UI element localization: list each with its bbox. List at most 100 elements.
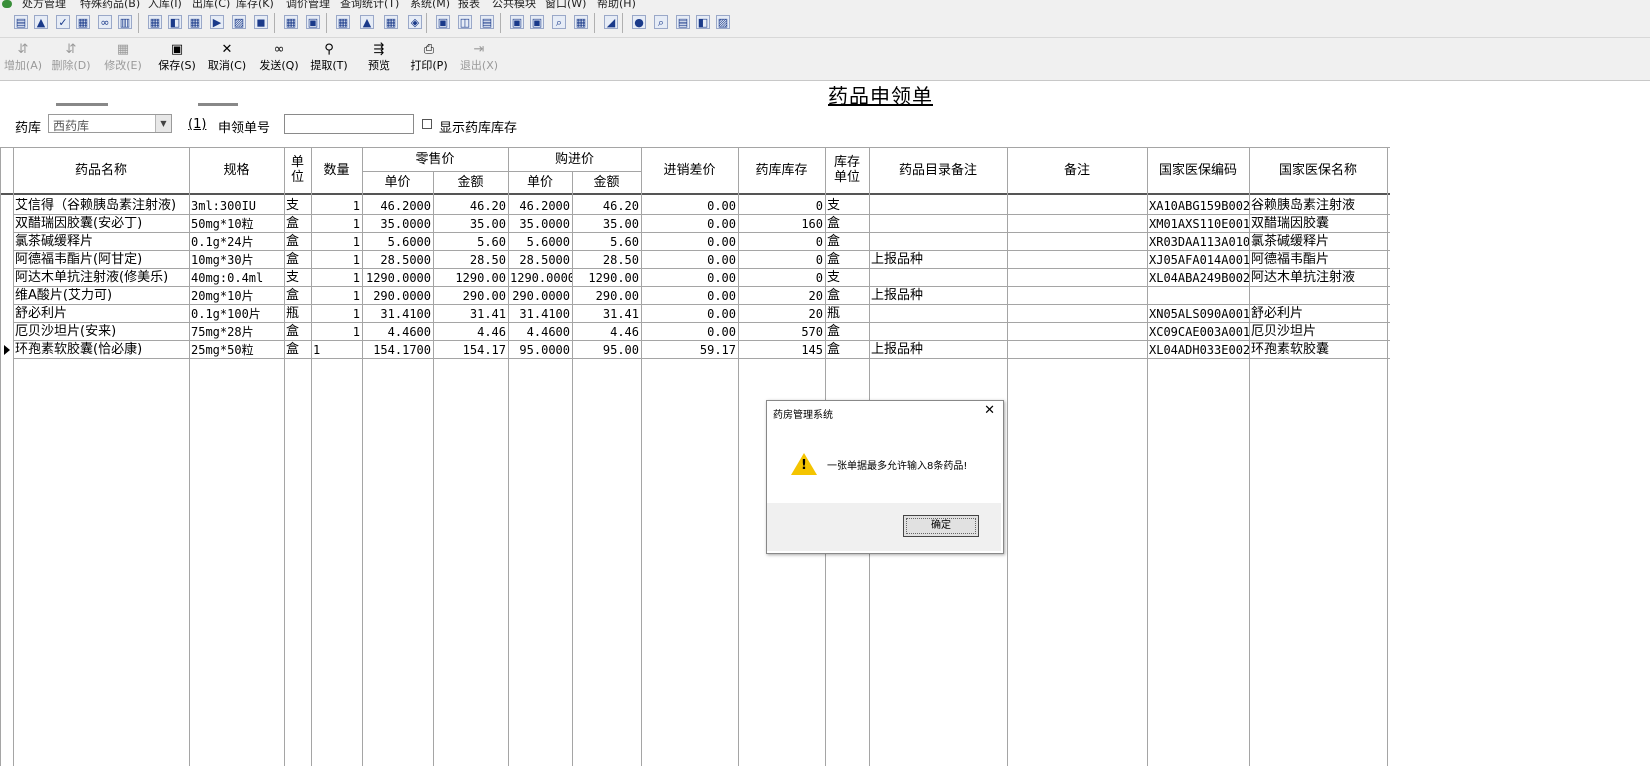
col-stock-unit-header[interactable]: 库存单位 <box>825 147 869 193</box>
col-spec-header[interactable]: 规格 <box>189 147 284 193</box>
col-stock-header[interactable]: 药库库存 <box>738 147 825 193</box>
exit-button[interactable]: ⇥ 退出(X) <box>456 42 502 76</box>
toolbar-shortcut-icon[interactable]: ◢ <box>604 15 618 29</box>
col-remark-header[interactable]: 备注 <box>1007 147 1147 193</box>
cell-su[interactable]: 盒 <box>825 233 869 251</box>
cell-code[interactable]: XA10ABG159B002 <box>1147 197 1249 215</box>
toolbar-shortcut-icon[interactable]: ▣ <box>530 15 544 29</box>
send-button[interactable]: ∞ 发送(Q) <box>256 42 302 76</box>
cell-unit[interactable]: 瓶 <box>284 305 311 323</box>
cell-su[interactable]: 支 <box>825 197 869 215</box>
cell-ra[interactable]: 46.20 <box>433 197 508 215</box>
cell-rp[interactable]: 290.0000 <box>362 287 433 305</box>
col-ins-name-header[interactable]: 国家医保名称 <box>1249 147 1387 193</box>
toolbar-shortcut-icon[interactable]: ▲ <box>360 15 374 29</box>
table-row[interactable]: 维A酸片(艾力可) 20mg*10片盒 1 290.0000 290.00 290.000… <box>0 287 1390 305</box>
cell-su[interactable]: 瓶 <box>825 305 869 323</box>
show-stock-checkbox[interactable] <box>422 119 432 129</box>
cell-note[interactable]: 上报品种 <box>869 251 1007 269</box>
cell-note[interactable]: 上报品种 <box>869 341 1007 359</box>
toolbar-shortcut-icon[interactable]: ⌕ <box>654 15 668 29</box>
cell-note[interactable] <box>869 197 1007 215</box>
cell-pp[interactable]: 28.5000 <box>508 251 572 269</box>
cell-diff[interactable]: 0.00 <box>641 323 738 341</box>
toolbar-shortcut-icon[interactable]: ◈ <box>408 15 422 29</box>
cell-rp[interactable]: 31.4100 <box>362 305 433 323</box>
cell-stock[interactable]: 0 <box>738 269 825 287</box>
cell-rp[interactable]: 154.1700 <box>362 341 433 359</box>
menu-item[interactable]: 库存(K) <box>236 0 274 9</box>
toolbar-shortcut-icon[interactable]: ∞ <box>98 15 112 29</box>
cell-name[interactable]: 艾信得（谷赖胰岛素注射液) <box>13 197 189 215</box>
cell-stock[interactable]: 0 <box>738 251 825 269</box>
cell-su[interactable]: 盒 <box>825 251 869 269</box>
cell-ra[interactable]: 31.41 <box>433 305 508 323</box>
cell-code[interactable]: XC09CAE003A001 <box>1147 323 1249 341</box>
cell-note[interactable] <box>869 323 1007 341</box>
cell-iname[interactable] <box>1249 287 1387 305</box>
cell-remark[interactable] <box>1007 341 1147 359</box>
cell-stock[interactable]: 0 <box>738 197 825 215</box>
toolbar-shortcut-icon[interactable]: ▤ <box>14 15 28 29</box>
toolbar-shortcut-icon[interactable]: ✓ <box>56 15 70 29</box>
cell-note[interactable] <box>869 215 1007 233</box>
cell-spec[interactable]: 20mg*10片 <box>189 287 284 305</box>
cell-qty[interactable]: 1 <box>311 341 362 359</box>
toolbar-shortcut-icon[interactable]: ● <box>632 15 646 29</box>
pharmacy-select[interactable]: 西药库 ▼ <box>48 114 172 133</box>
cell-spec[interactable]: 10mg*30片 <box>189 251 284 269</box>
toolbar-shortcut-icon[interactable]: ▣ <box>436 15 450 29</box>
cell-rp[interactable]: 5.6000 <box>362 233 433 251</box>
cell-unit[interactable]: 盒 <box>284 233 311 251</box>
col-retail-price-header[interactable]: 单价 <box>362 171 433 193</box>
cell-remark[interactable] <box>1007 305 1147 323</box>
cell-iname[interactable]: 舒必利片 <box>1249 305 1387 323</box>
col-catalog-note-header[interactable]: 药品目录备注 <box>869 147 1007 193</box>
cell-diff[interactable]: 0.00 <box>641 287 738 305</box>
cell-qty[interactable]: 1 <box>311 269 362 287</box>
cell-name[interactable]: 氯茶碱缓释片 <box>13 233 189 251</box>
table-row[interactable]: 阿达木单抗注射液(修美乐) 40mg:0.4ml 支 1 1290.0000 1290.0… <box>0 269 1390 287</box>
cell-diff[interactable]: 0.00 <box>641 251 738 269</box>
save-button[interactable]: ▣ 保存(S) <box>154 42 200 76</box>
toolbar-shortcut-icon[interactable]: ▤ <box>480 15 494 29</box>
cell-stock[interactable]: 145 <box>738 341 825 359</box>
cell-remark[interactable] <box>1007 251 1147 269</box>
table-row[interactable]: 环孢素软胶囊(恰必康) 25mg*50粒盒 1 154.1700 154.17 95.00… <box>0 341 1390 359</box>
toolbar-shortcut-icon[interactable]: ▤ <box>676 15 690 29</box>
cell-su[interactable]: 盒 <box>825 323 869 341</box>
toolbar-shortcut-icon[interactable]: ▦ <box>76 15 90 29</box>
cell-note[interactable] <box>869 305 1007 323</box>
cell-pa[interactable]: 31.41 <box>572 305 641 323</box>
cell-su[interactable]: 支 <box>825 269 869 287</box>
menu-item[interactable]: 查询统计(T) <box>340 0 399 9</box>
cell-stock[interactable]: 20 <box>738 305 825 323</box>
cell-code[interactable]: XL04ADH033E002 <box>1147 341 1249 359</box>
cell-stock[interactable]: 570 <box>738 323 825 341</box>
cell-su[interactable]: 盒 <box>825 341 869 359</box>
toolbar-shortcut-icon[interactable]: ▣ <box>510 15 524 29</box>
cell-unit[interactable]: 支 <box>284 197 311 215</box>
cell-su[interactable]: 盒 <box>825 215 869 233</box>
cell-code[interactable]: XM01AXS110E001 <box>1147 215 1249 233</box>
cell-name[interactable]: 阿达木单抗注射液(修美乐) <box>13 269 189 287</box>
fetch-button[interactable]: ⚲ 提取(T) <box>306 42 352 76</box>
toolbar-shortcut-icon[interactable]: ▦ <box>284 15 298 29</box>
cell-ra[interactable]: 290.00 <box>433 287 508 305</box>
cell-qty[interactable]: 1 <box>311 233 362 251</box>
cell-note[interactable] <box>869 269 1007 287</box>
cell-ra[interactable]: 5.60 <box>433 233 508 251</box>
cell-stock[interactable]: 160 <box>738 215 825 233</box>
cell-iname[interactable]: 谷赖胰岛素注射液 <box>1249 197 1387 215</box>
menu-item[interactable]: 入库(I) <box>148 0 182 9</box>
cell-note[interactable]: 上报品种 <box>869 287 1007 305</box>
close-icon[interactable]: ✕ <box>984 403 995 418</box>
cell-iname[interactable]: 厄贝沙坦片 <box>1249 323 1387 341</box>
col-retail-amount-header[interactable]: 金额 <box>433 171 508 193</box>
menu-item[interactable]: 帮助(H) <box>597 0 636 9</box>
cell-qty[interactable]: 1 <box>311 197 362 215</box>
cell-pp[interactable]: 35.0000 <box>508 215 572 233</box>
table-row[interactable]: 阿德福韦酯片(阿甘定) 10mg*30片盒 1 28.5000 28.50 28.5000… <box>0 251 1390 269</box>
cell-code[interactable]: XR03DAA113A010 <box>1147 233 1249 251</box>
cell-remark[interactable] <box>1007 269 1147 287</box>
